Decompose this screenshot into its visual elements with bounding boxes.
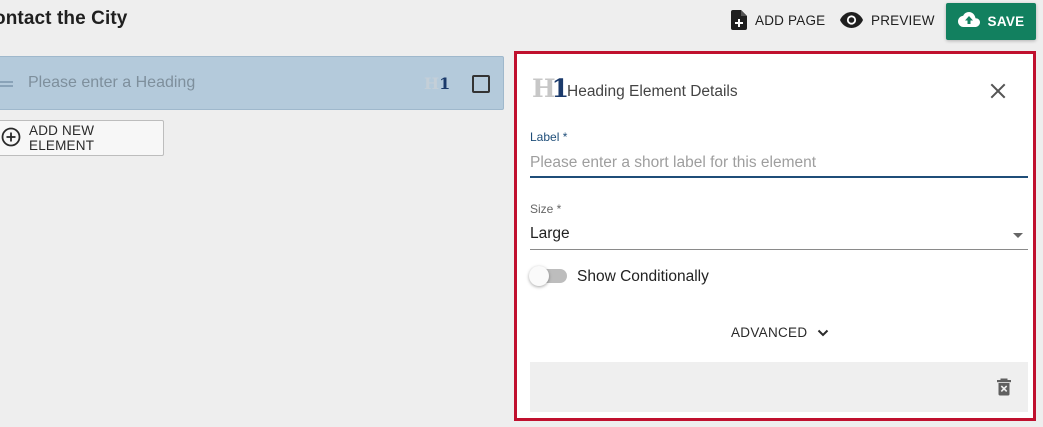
add-new-element-label: ADD NEW ELEMENT [29, 123, 95, 153]
heading-type-icon-h: H [424, 74, 440, 93]
advanced-label: ADVANCED [731, 324, 808, 340]
add-page-label: ADD PAGE [755, 12, 826, 28]
file-plus-icon [731, 10, 747, 30]
add-page-button[interactable]: ADD PAGE [731, 8, 825, 32]
heading-type-icon-level: 1 [439, 74, 451, 93]
heading-element-details-panel: H1 Heading Element Details Label * Size … [514, 51, 1036, 421]
preview-button[interactable]: PREVIEW [840, 8, 935, 32]
cloud-upload-icon [957, 12, 980, 31]
drag-handle-icon[interactable] [0, 81, 13, 87]
size-select-value: Large [530, 225, 570, 242]
close-icon[interactable] [987, 80, 1009, 102]
plus-circle-icon [1, 127, 21, 150]
panel-body: H1 Heading Element Details Label * Size … [519, 56, 1031, 416]
panel-title: Heading Element Details [567, 83, 738, 100]
advanced-button[interactable]: ADVANCED [731, 322, 829, 342]
preview-label: PREVIEW [871, 12, 935, 28]
heading-h1-icon: H1 [532, 75, 569, 103]
page-title: ontact the City [0, 8, 128, 29]
delete-icon[interactable] [993, 376, 1015, 398]
heading-row-placeholder: Please enter a Heading [28, 74, 196, 91]
dropdown-arrow-icon [1013, 233, 1023, 238]
size-select[interactable]: Large [530, 222, 1028, 250]
chevron-down-icon [817, 325, 829, 340]
save-label: SAVE [987, 14, 1025, 29]
heading-element-row[interactable]: Please enter a Heading H1 [0, 56, 504, 110]
size-field-label: Size * [530, 202, 562, 216]
toggle-knob [529, 266, 549, 286]
heading-type-icon: H1 [424, 74, 450, 93]
label-input[interactable] [530, 150, 1028, 178]
label-field-label: Label * [530, 130, 568, 144]
eye-icon [840, 12, 863, 28]
show-conditionally-label: Show Conditionally [577, 268, 709, 285]
element-select-checkbox[interactable] [472, 75, 490, 93]
add-new-element-button[interactable]: ADD NEW ELEMENT [0, 120, 164, 156]
show-conditionally-toggle[interactable] [529, 266, 567, 286]
save-button[interactable]: SAVE [946, 3, 1036, 40]
form-builder-page: ontact the City ADD PAGE PREVIEW SAVE Pl… [0, 0, 1043, 427]
panel-footer [530, 362, 1028, 412]
